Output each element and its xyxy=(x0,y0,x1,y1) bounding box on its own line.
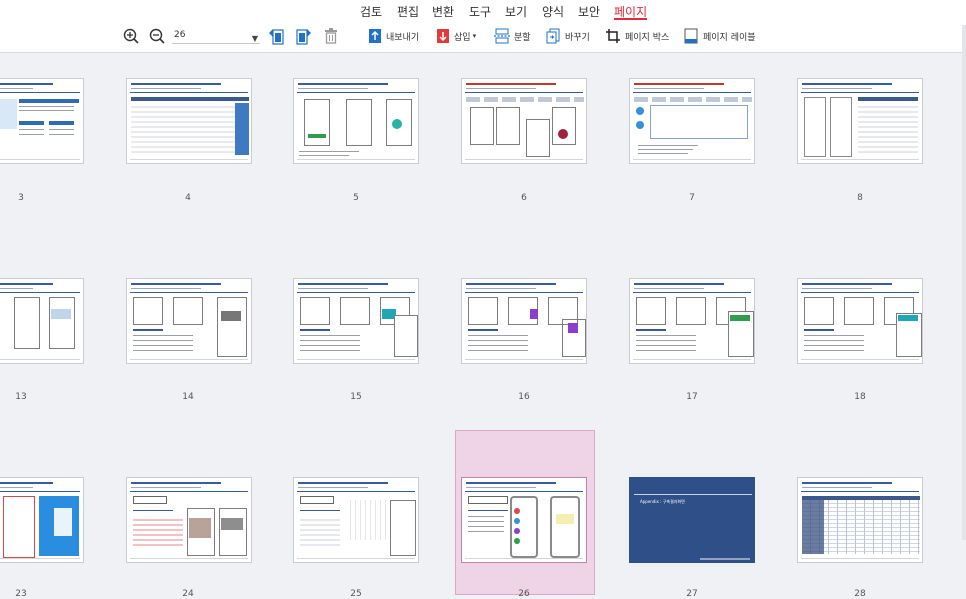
rotate-right-button[interactable] xyxy=(296,26,312,46)
page-label-icon xyxy=(684,28,698,44)
page-number: 26 xyxy=(518,589,530,599)
page-thumbnail[interactable] xyxy=(0,278,84,364)
page-thumbnail[interactable]: Appendix : 구축결과화면 xyxy=(629,477,755,563)
page-thumbnail[interactable] xyxy=(126,78,252,164)
insert-icon xyxy=(437,29,449,43)
split-label: 분할 xyxy=(514,32,531,43)
page-thumbnail[interactable] xyxy=(797,78,923,164)
zoom-level-select[interactable]: 26 ▼ xyxy=(172,27,260,44)
page-number: 27 xyxy=(686,589,698,599)
page-number: 8 xyxy=(857,193,863,203)
page-thumbnail-selected[interactable] xyxy=(461,477,587,563)
menu-edit[interactable]: 편집 xyxy=(397,3,419,20)
page-number: 14 xyxy=(182,392,194,402)
insert-dropdown-icon[interactable]: ▾ xyxy=(473,32,477,40)
page-number: 15 xyxy=(350,392,362,402)
page-thumbnail[interactable] xyxy=(461,78,587,164)
menu-bar: 검토 편집 변환 도구 보기 양식 보안 페이지 xyxy=(0,0,966,22)
page-thumbnail[interactable] xyxy=(293,278,419,364)
zoom-in-icon xyxy=(123,28,139,44)
replace-label: 바꾸기 xyxy=(565,32,590,43)
zoom-in-button[interactable] xyxy=(123,26,139,46)
page-label-label: 페이지 레이블 xyxy=(703,32,756,43)
split-icon xyxy=(494,28,510,44)
page-number: 6 xyxy=(521,193,527,203)
page-number: 18 xyxy=(854,392,866,402)
page-box-button[interactable]: 페이지 박스 xyxy=(605,26,669,46)
page-number: 24 xyxy=(182,589,194,599)
page-thumbnail[interactable] xyxy=(0,477,84,563)
thumb-27-title: Appendix : 구축결과화면 xyxy=(640,499,685,504)
replace-icon xyxy=(546,28,560,44)
export-button[interactable]: 내보내기 xyxy=(368,26,419,46)
page-number: 13 xyxy=(15,392,27,402)
page-thumbnail[interactable] xyxy=(461,278,587,364)
page-thumbnail[interactable] xyxy=(0,78,84,164)
insert-button[interactable]: 삽입 ▾ xyxy=(436,26,476,46)
zoom-level-value: 26 xyxy=(174,30,186,40)
rotate-left-button[interactable] xyxy=(268,26,284,46)
page-number: 16 xyxy=(518,392,530,402)
page-thumbnail[interactable] xyxy=(629,78,755,164)
zoom-out-button[interactable] xyxy=(149,26,165,46)
replace-button[interactable]: 바꾸기 xyxy=(545,26,590,46)
page-number: 23 xyxy=(15,589,27,599)
split-button[interactable]: 분할 xyxy=(494,26,531,46)
crop-icon xyxy=(606,29,620,43)
page-number: 5 xyxy=(353,193,359,203)
page-thumbnail[interactable] xyxy=(293,78,419,164)
page-number: 28 xyxy=(854,589,866,599)
page-number: 17 xyxy=(686,392,698,402)
zoom-out-icon xyxy=(149,28,165,44)
active-tab-indicator xyxy=(614,18,647,20)
page-number: 25 xyxy=(350,589,362,599)
page-thumbnail[interactable] xyxy=(629,278,755,364)
page-thumbnail[interactable] xyxy=(797,477,923,563)
page-toolbar: 26 ▼ 내보내기 삽입 ▾ 분할 바꾸기 페이지 박스 페이지 레이블 xyxy=(0,22,966,53)
page-thumbnail[interactable] xyxy=(126,278,252,364)
menu-convert[interactable]: 변환 xyxy=(432,3,454,20)
page-thumbnail[interactable] xyxy=(797,278,923,364)
export-label: 내보내기 xyxy=(386,32,420,43)
delete-page-button[interactable] xyxy=(324,26,338,46)
export-icon xyxy=(369,29,381,43)
page-number: 7 xyxy=(689,193,695,203)
rotate-right-icon xyxy=(296,29,311,45)
menu-security[interactable]: 보안 xyxy=(578,3,600,20)
page-label-button[interactable]: 페이지 레이블 xyxy=(683,26,756,46)
page-thumbnail[interactable] xyxy=(293,477,419,563)
menu-form[interactable]: 양식 xyxy=(542,3,564,20)
page-number: 4 xyxy=(185,193,191,203)
chevron-down-icon: ▼ xyxy=(251,34,258,43)
menu-tools[interactable]: 도구 xyxy=(469,3,491,20)
page-number: 3 xyxy=(18,193,24,203)
vertical-scrollbar[interactable] xyxy=(962,25,966,540)
insert-label: 삽입 xyxy=(454,32,471,43)
rotate-left-icon xyxy=(269,29,284,45)
delete-icon xyxy=(325,28,337,44)
page-thumbnail[interactable] xyxy=(126,477,252,563)
menu-review[interactable]: 검토 xyxy=(360,3,382,20)
menu-view[interactable]: 보기 xyxy=(505,3,527,20)
page-box-label: 페이지 박스 xyxy=(625,32,670,43)
